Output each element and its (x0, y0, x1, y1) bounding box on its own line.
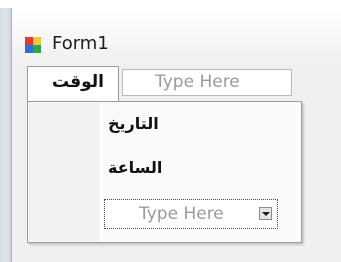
window-left-border (0, 8, 12, 262)
window-title: Form1 (52, 33, 109, 54)
designer-screenshot: Form1 الوقت Type Here التاريخ الساعة Typ… (0, 0, 341, 262)
chevron-down-icon[interactable] (259, 207, 272, 220)
menu-type-here-box[interactable]: Type Here (122, 69, 292, 96)
dropdown-type-here-placeholder: Type Here (139, 204, 224, 224)
form-icon (25, 37, 41, 53)
menu-item-time-label: الوقت (52, 72, 104, 92)
dropdown-item-date[interactable]: التاريخ (108, 114, 159, 133)
dropdown-image-margin (29, 103, 99, 241)
dropdown-item-hour[interactable]: الساعة (108, 158, 162, 177)
menu-type-here-placeholder: Type Here (155, 72, 240, 92)
frame-top (0, 0, 341, 10)
dropdown-type-here-box[interactable]: Type Here (104, 199, 278, 229)
